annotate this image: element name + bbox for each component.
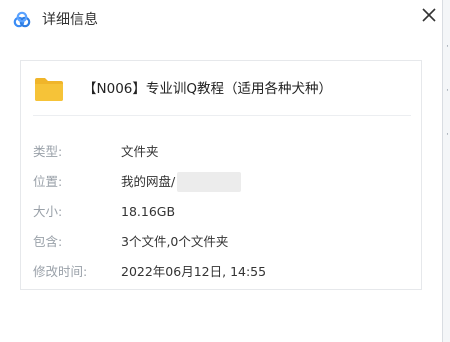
file-name: 【N006】专业训Q教程（适用各种犬种） bbox=[83, 81, 332, 97]
detail-value: 文件夹 bbox=[121, 144, 159, 159]
redacted-path bbox=[177, 172, 241, 192]
detail-label: 大小: bbox=[33, 204, 63, 219]
dialog-title: 详细信息 bbox=[42, 12, 98, 28]
edge-mark: · bbox=[446, 130, 449, 140]
detail-value: 3个文件,0个文件夹 bbox=[121, 234, 229, 249]
title-bar: 详细信息 bbox=[0, 0, 442, 40]
cloud-logo-icon bbox=[13, 11, 31, 28]
folder-icon bbox=[35, 78, 63, 101]
detail-label: 包含: bbox=[33, 234, 63, 249]
info-card: 【N006】专业训Q教程（适用各种犬种） 类型: 文件夹 位置: 我的网盘/ 大… bbox=[20, 60, 422, 290]
divider bbox=[33, 115, 411, 116]
background-window-edge: · · · bbox=[442, 0, 450, 342]
detail-value: 2022年06月12日, 14:55 bbox=[121, 264, 267, 279]
edge-mark: · bbox=[446, 42, 449, 52]
detail-label: 类型: bbox=[33, 144, 63, 159]
details-dialog: 详细信息 【N006】专业训Q教程（适用各种犬种） 类型: 文件夹 位置: 我的… bbox=[0, 0, 442, 342]
edge-mark: · bbox=[446, 86, 449, 96]
detail-value: 18.16GB bbox=[121, 204, 176, 219]
close-icon[interactable] bbox=[418, 4, 440, 26]
detail-label: 位置: bbox=[33, 174, 63, 189]
detail-value-location[interactable]: 我的网盘/ bbox=[121, 171, 175, 193]
detail-label: 修改时间: bbox=[33, 264, 88, 279]
